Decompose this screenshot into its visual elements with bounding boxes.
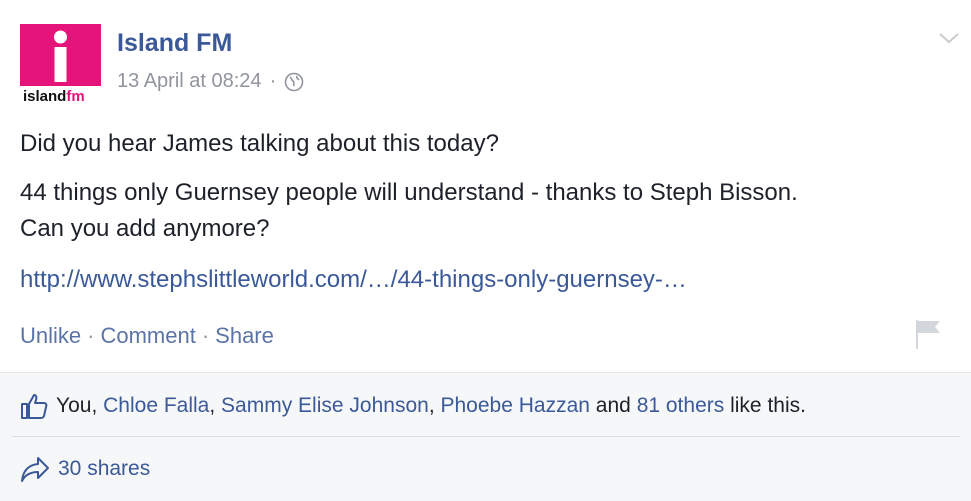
likes-and: and [595,394,631,417]
unlike-button[interactable]: Unlike [20,323,81,348]
svg-text:islandfm: islandfm [23,88,85,105]
likes-summary: You, Chloe Falla, Sammy Elise Johnson, P… [20,392,806,420]
thumbs-up-icon[interactable] [20,392,48,420]
shares-link[interactable]: 30 shares [20,455,150,483]
chevron-down-icon[interactable] [937,28,961,48]
comment-button[interactable]: Comment [100,323,195,348]
liker-link[interactable]: Chloe Falla [103,394,209,418]
post-meta: 13 April at 08:24 · [117,70,304,93]
likes-comma: , [209,394,216,417]
post-link[interactable]: http://www.stephslittleworld.com/…/44-th… [20,266,687,294]
meta-separator: · [269,70,277,92]
shares-count[interactable]: 30 shares [58,457,150,481]
share-button[interactable]: Share [215,323,274,348]
divider [12,436,960,437]
page-name-link[interactable]: Island FM [117,29,232,58]
others-link[interactable]: 81 others [637,394,725,418]
likes-comma: , [428,394,435,417]
liker-link[interactable]: Phoebe Hazzan [441,394,590,418]
action-separator: · [201,323,210,348]
post-message-line: 44 things only Guernsey people will unde… [20,179,798,206]
post-message-line: Can you add anymore? [20,215,270,242]
likes-suffix: like this. [730,394,806,417]
island-fm-logo[interactable]: islandfm [20,24,101,105]
share-arrow-icon [21,457,49,482]
post-card: islandfm Island FM 13 April at 08:24 · D… [0,0,971,372]
post-actions: Unlike · Comment · Share [20,323,274,349]
globe-icon[interactable] [284,72,304,92]
action-separator: · [87,323,95,348]
post-timestamp[interactable]: 13 April at 08:24 [117,70,262,93]
liker-link[interactable]: Sammy Elise Johnson [221,394,429,418]
post-message-line: Did you hear James talking about this to… [20,130,499,157]
flag-icon[interactable] [913,318,943,350]
likes-you: You, [56,394,98,417]
